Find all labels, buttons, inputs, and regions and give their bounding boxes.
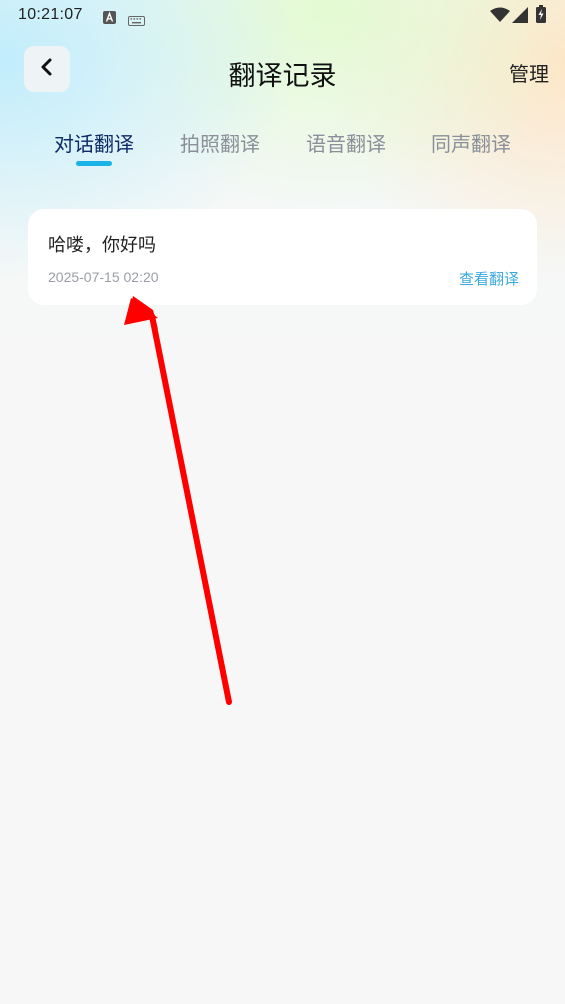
tab-label: 语音翻译 (306, 132, 386, 156)
tab-dialogue-translation[interactable]: 对话翻译 (54, 128, 134, 166)
tab-voice-translation[interactable]: 语音翻译 (306, 128, 386, 157)
record-source-text: 哈喽，你好吗 (48, 235, 156, 256)
battery-icon (536, 5, 546, 27)
tab-label: 拍照翻译 (180, 132, 260, 156)
app-header: 翻译记录 管理 (0, 40, 565, 100)
app-notification-icon (103, 9, 116, 28)
record-card[interactable]: 哈喽，你好吗 2025-07-15 02:20 查看翻译 (28, 209, 537, 305)
status-time: 10:21:07 (18, 6, 83, 23)
tab-bar: 对话翻译 拍照翻译 语音翻译 同声翻译 (0, 128, 565, 178)
wifi-icon (490, 7, 510, 27)
keyboard-icon (128, 11, 145, 30)
tab-label: 对话翻译 (54, 132, 134, 156)
active-tab-indicator (76, 161, 112, 166)
annotation-arrow-shaft (149, 313, 232, 705)
view-translation-link[interactable]: 查看翻译 (459, 268, 519, 289)
tab-photo-translation[interactable]: 拍照翻译 (180, 128, 260, 157)
status-bar: 10:21:07 (0, 0, 565, 32)
record-timestamp: 2025-07-15 02:20 (48, 269, 159, 285)
page-title: 翻译记录 (228, 61, 337, 92)
manage-button[interactable]: 管理 (509, 58, 549, 87)
tab-simultaneous-translation[interactable]: 同声翻译 (431, 128, 511, 157)
tab-label: 同声翻译 (431, 132, 511, 156)
signal-icon (512, 7, 528, 27)
